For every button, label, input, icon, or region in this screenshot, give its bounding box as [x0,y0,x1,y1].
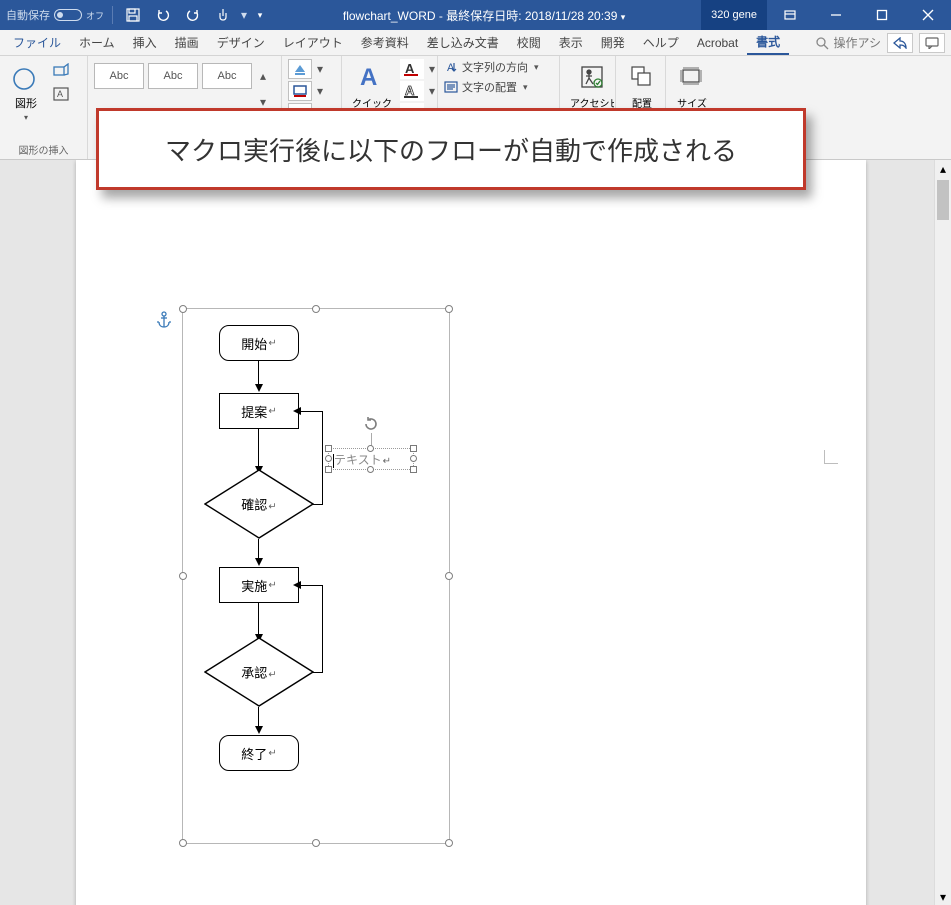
document-title: flowchart_WORD - 最終保存日時: 2018/11/28 20:3… [267,7,701,24]
text-box-icon[interactable]: A [50,83,72,105]
gallery-up-icon[interactable]: ▴ [256,63,270,89]
text-outline-button[interactable]: A▾ [400,81,438,101]
svg-text:A: A [405,61,415,76]
tab-insert[interactable]: 挿入 [124,30,166,55]
flowchart-terminator-end[interactable]: 終了↵ [219,735,299,771]
shapes-button[interactable]: 図形 ▾ [6,59,46,124]
page-margin-corner [824,450,838,464]
undo-icon[interactable] [151,3,175,27]
wordart-icon: A [356,61,388,93]
close-icon[interactable] [905,0,951,30]
quick-styles-button[interactable]: A クイック [348,59,396,112]
tab-review[interactable]: 校閲 [508,30,550,55]
scroll-down-icon[interactable]: ▾ [935,888,951,905]
shape-style-item[interactable]: Abc [148,63,198,89]
vertical-scrollbar[interactable]: ▴ ▾ [934,160,951,905]
scrollbar-thumb[interactable] [937,180,949,220]
redo-icon[interactable] [181,3,205,27]
annotation-callout: マクロ実行後に以下のフローが自動で作成される [96,108,806,190]
touch-mode-icon[interactable] [211,3,235,27]
save-icon[interactable] [121,3,145,27]
tab-help[interactable]: ヘルプ [634,30,688,55]
rotate-handle-icon[interactable] [362,415,380,433]
size-icon [676,61,708,93]
tab-acrobat[interactable]: Acrobat [688,30,747,55]
autosave-toggle[interactable]: 自動保存 オフ [6,7,104,23]
tab-developer[interactable]: 開発 [592,30,634,55]
tab-view[interactable]: 表示 [550,30,592,55]
title-bar: 自動保存 オフ ▾ ▾ flowchart_WORD - 最終保存日時: 201… [0,0,951,30]
shape-fill-button[interactable]: ▾ [288,59,326,79]
document-area[interactable]: 開始↵ 提案↵ 確認↵ 実施↵ 承認↵ 終了↵ [0,160,934,905]
tab-references[interactable]: 参考資料 [352,30,418,55]
text-fill-button[interactable]: A▾ [400,59,438,79]
share-button[interactable] [887,33,913,53]
tab-file[interactable]: ファイル [4,30,70,55]
minimize-icon[interactable] [813,0,859,30]
qat-customize-icon[interactable]: ▾ [253,3,267,27]
flowchart-terminator-start[interactable]: 開始↵ [219,325,299,361]
anchor-icon [156,311,172,332]
accessibility-icon [576,61,608,93]
svg-text:A: A [405,83,415,98]
tab-mailings[interactable]: 差し込み文書 [418,30,508,55]
flowchart-decision-confirm[interactable]: 確認↵ [204,469,314,539]
shapes-icon [10,61,42,93]
user-account[interactable]: 320 gene [701,0,767,30]
shape-style-item[interactable]: Abc [202,63,252,89]
tab-design[interactable]: デザイン [208,30,274,55]
tab-layout[interactable]: レイアウト [274,30,352,55]
scroll-up-icon[interactable]: ▴ [935,160,951,177]
comments-button[interactable] [919,33,945,53]
tab-format[interactable]: 書式 [747,30,789,55]
accessibility-button[interactable]: アクセシビ [566,59,618,112]
flowchart-decision-approve[interactable]: 承認↵ [204,637,314,707]
maximize-icon[interactable] [859,0,905,30]
tab-draw[interactable]: 描画 [166,30,208,55]
ribbon-display-options-icon[interactable] [767,0,813,30]
shape-style-item[interactable]: Abc [94,63,144,89]
arrange-icon [626,61,658,93]
tab-home[interactable]: ホーム [70,30,124,55]
svg-text:A: A [57,89,63,99]
tell-me-search[interactable]: 操作アシ [815,34,881,51]
text-align-button[interactable]: 文字の配置▾ [444,79,539,95]
edit-shape-icon[interactable] [50,59,72,81]
group-label-shapes: 図形の挿入 [6,140,81,157]
ribbon-tabs: ファイル ホーム 挿入 描画 デザイン レイアウト 参考資料 差し込み文書 校閲… [0,30,951,56]
text-direction-button[interactable]: A 文字列の方向▾ [444,59,539,75]
shape-outline-button[interactable]: ▾ [288,81,326,101]
svg-text:A: A [360,64,377,91]
flowchart-process-propose[interactable]: 提案↵ [219,393,299,429]
flowchart-process-execute[interactable]: 実施↵ [219,567,299,603]
textbox-selected[interactable]: テキスト↵ [328,448,414,470]
